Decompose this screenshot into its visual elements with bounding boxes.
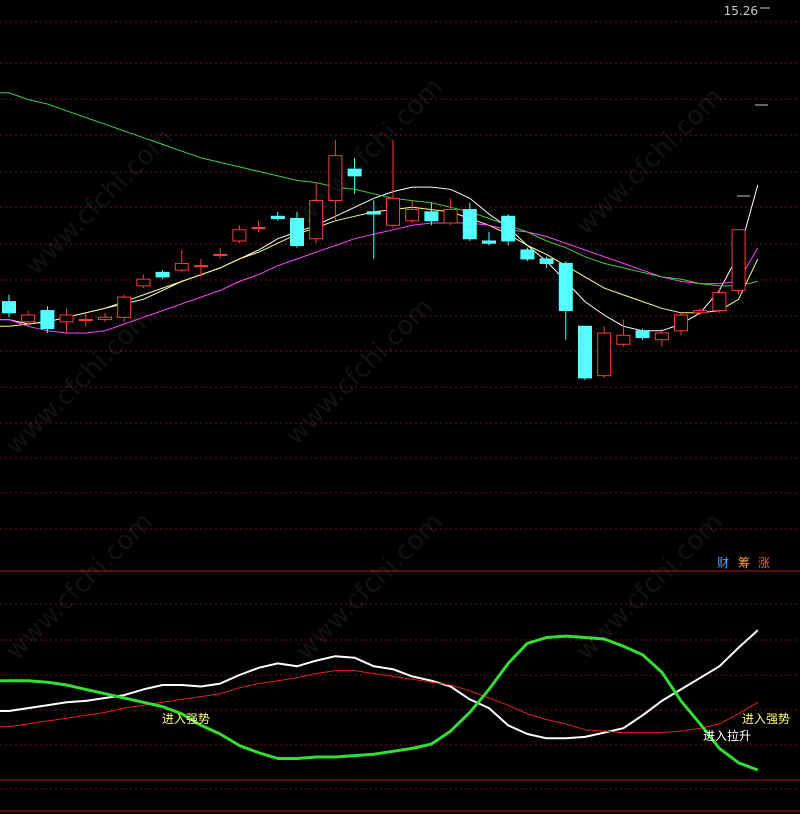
- ma-line-ma-magenta: [0, 222, 759, 334]
- candle-body: [98, 316, 112, 321]
- candle-body: [2, 301, 16, 314]
- indicator-panel: [0, 629, 759, 772]
- candle-body: [635, 330, 650, 339]
- candle-body: [21, 314, 36, 323]
- candle-body: [539, 258, 554, 264]
- candle-body: [443, 209, 458, 224]
- chip-button[interactable]: 筹: [737, 555, 751, 571]
- candle-body: [578, 325, 592, 379]
- indicator-line-white: [0, 629, 759, 740]
- candle-body: [462, 209, 477, 240]
- indicator-line-green: [0, 634, 759, 772]
- price-marker: 15.26: [723, 4, 758, 18]
- candle-body: [558, 262, 573, 312]
- candle-body: [174, 262, 189, 271]
- candle-body: [424, 211, 439, 222]
- candle-body: [59, 314, 74, 323]
- ma-line-ma-yellow: [0, 206, 759, 327]
- finance-button[interactable]: 财: [716, 555, 730, 571]
- candle-body: [616, 334, 631, 345]
- candle-body: [136, 278, 151, 287]
- candle-body: [155, 271, 170, 278]
- candle-body: [270, 215, 285, 220]
- candle-body: [674, 314, 688, 332]
- candle-body: [40, 310, 55, 330]
- annotation-enter-pull: 进入拉升: [703, 729, 752, 743]
- candle-body: [482, 240, 496, 244]
- candle-body: [597, 332, 612, 377]
- annotation-enter-strong-2: 进入强势: [742, 712, 791, 726]
- candle-body: [520, 249, 535, 260]
- candle-body: [290, 218, 304, 246]
- annotation-enter-strong-1: 进入强势: [162, 712, 211, 726]
- candle-body: [693, 310, 708, 314]
- candle-body: [213, 253, 228, 256]
- candle-body: [232, 229, 247, 242]
- candle-body: [366, 211, 381, 215]
- candle-body: [386, 197, 400, 226]
- candle-body: [251, 227, 266, 230]
- indicator-line-red: [0, 670, 759, 734]
- candle-body: [731, 229, 746, 291]
- candle-body: [78, 319, 93, 322]
- candle-body: [712, 292, 727, 312]
- candle-body: [501, 215, 516, 242]
- candle-body: [194, 265, 208, 268]
- rise-button[interactable]: 涨: [757, 555, 771, 571]
- candle-body: [654, 332, 669, 341]
- candle-body: [405, 209, 420, 222]
